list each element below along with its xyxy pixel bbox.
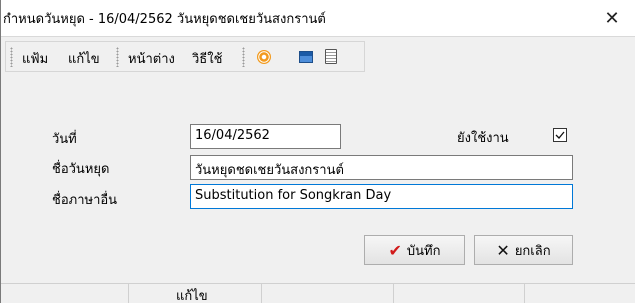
calculator-icon[interactable] xyxy=(299,51,313,63)
save-button-label: บันทึก xyxy=(406,243,441,259)
status-bar-divider xyxy=(261,284,262,303)
status-bar-divider xyxy=(1,283,635,284)
checkmark-icon xyxy=(555,131,565,139)
menu-help[interactable]: วิธีใช้ xyxy=(192,48,222,69)
menu-file[interactable]: แฟ้ม xyxy=(22,48,48,69)
status-bar-divider xyxy=(393,284,394,303)
holiday-name-label: ชื่อวันหยุด xyxy=(52,162,110,177)
status-bar-divider xyxy=(128,284,129,303)
close-icon: ✕ xyxy=(604,7,620,29)
target-icon[interactable] xyxy=(257,50,271,64)
date-label: วันที่ xyxy=(52,132,77,147)
holiday-name-field[interactable]: วันหยุดชดเชยวันสงกรานต์ xyxy=(190,155,573,180)
toolbar-grip[interactable] xyxy=(116,47,119,67)
cross-icon: ✕ xyxy=(496,240,510,260)
title-divider xyxy=(1,36,635,37)
other-language-name-field[interactable]: Substitution for Songkran Day xyxy=(190,184,573,209)
title-bar: กำหนดวันหยุด - 16/04/2562 วันหยุดชดเชยวั… xyxy=(1,0,635,36)
holiday-dialog-window: กำหนดวันหยุด - 16/04/2562 วันหยุดชดเชยวั… xyxy=(0,0,635,303)
status-mode-label: แก้ไข xyxy=(176,289,208,303)
cancel-button-label: ยกเลิก xyxy=(514,243,551,259)
menu-window[interactable]: หน้าต่าง xyxy=(128,48,175,69)
active-checkbox[interactable] xyxy=(553,128,567,142)
toolbar-grip[interactable] xyxy=(10,47,13,67)
window-title: กำหนดวันหยุด - 16/04/2562 วันหยุดชดเชยวั… xyxy=(3,12,326,27)
date-field[interactable]: 16/04/2562 xyxy=(190,124,341,149)
other-language-label: ชื่อภาษาอื่น xyxy=(52,193,118,208)
cancel-button[interactable]: ✕ ยกเลิก xyxy=(474,235,573,265)
active-label: ยังใช้งาน xyxy=(457,131,509,146)
clipboard-icon[interactable] xyxy=(325,49,337,64)
menu-edit[interactable]: แก้ไข xyxy=(68,48,100,69)
close-button[interactable]: ✕ xyxy=(589,0,635,36)
status-bar-divider xyxy=(524,284,525,303)
menu-toolbar: แฟ้ม แก้ไข หน้าต่าง วิธีใช้ xyxy=(5,41,365,72)
save-button[interactable]: ✔ บันทึก xyxy=(364,235,465,265)
toolbar-grip[interactable] xyxy=(242,47,245,67)
checkmark-icon: ✔ xyxy=(388,240,402,260)
